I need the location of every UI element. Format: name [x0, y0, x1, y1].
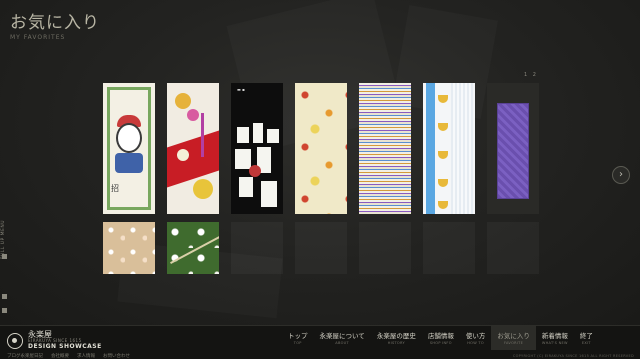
- side-rail-marker: [2, 308, 7, 313]
- window-pane: [253, 123, 263, 143]
- nav-history[interactable]: 永楽屋の歴史 HISTORY: [371, 326, 422, 350]
- nav-label: 店舗情報: [427, 332, 454, 340]
- nav-sublabel: FAVORITE: [503, 341, 524, 345]
- favorite-tile-blue-cups[interactable]: [423, 83, 475, 214]
- brand-text: 永楽屋 EIRAKUYA SINCE 1615 DESIGN SHOWCASE: [28, 331, 102, 350]
- cup-icon: [438, 123, 448, 131]
- crest-icon: [7, 332, 23, 349]
- nav-favorite[interactable]: お気に入り FAVORITE: [491, 326, 536, 350]
- nav-sublabel: HOW TO: [467, 341, 484, 345]
- nav-label: 永楽屋の歴史: [376, 332, 416, 340]
- link-blog[interactable]: ブログ永楽屋日記: [7, 353, 43, 359]
- nav-how-to[interactable]: 使い方 HOW TO: [460, 326, 492, 350]
- red-band: [167, 130, 219, 188]
- brand-showcase: DESIGN SHOWCASE: [28, 343, 102, 350]
- favorite-tile-red-floral[interactable]: [167, 83, 219, 214]
- doll-body: [115, 153, 143, 173]
- page-title-jp: お気に入り: [10, 13, 100, 33]
- side-rail-marker: [2, 254, 7, 259]
- nav-top[interactable]: トップ TOP: [282, 326, 314, 350]
- nav-shop-info[interactable]: 店舗情報 SHOP INFO: [422, 326, 460, 350]
- nav-about[interactable]: 永楽屋について ABOUT: [314, 326, 371, 350]
- blue-column: [426, 83, 435, 214]
- empty-slot: [423, 222, 475, 274]
- nav-label: 永楽屋について: [319, 332, 365, 340]
- empty-slot: [231, 222, 283, 274]
- nav-label: トップ: [288, 332, 308, 340]
- flower: [175, 93, 191, 109]
- cup-icon: [438, 201, 448, 209]
- folded-cloth: [497, 103, 529, 199]
- link-recruit[interactable]: 求人情報: [77, 353, 95, 359]
- nav-sublabel: SHOP INFO: [429, 341, 452, 345]
- nav-sublabel: ABOUT: [335, 341, 349, 345]
- cup-icon: [438, 151, 448, 159]
- window-pane: [267, 129, 279, 143]
- doll-face: [116, 123, 142, 153]
- favorite-tile-cat-doll[interactable]: 招: [103, 83, 155, 214]
- window-pane: [237, 127, 249, 143]
- side-rail-marker: [2, 294, 7, 299]
- window-pane: [235, 149, 251, 169]
- nav-exit[interactable]: 終了 EXIT: [574, 326, 599, 350]
- brand-logo[interactable]: 永楽屋 EIRAKUYA SINCE 1615 DESIGN SHOWCASE: [7, 331, 102, 350]
- link-company[interactable]: 会社概要: [51, 353, 69, 359]
- red-spot: [249, 165, 261, 177]
- flower: [193, 179, 213, 199]
- link-contact[interactable]: お問い合わせ: [103, 353, 130, 359]
- favorite-tile-purple-cloth[interactable]: [487, 83, 539, 214]
- nav-whats-new[interactable]: 新着情報 WHAT'S NEW: [536, 326, 574, 350]
- nav-label: 使い方: [465, 332, 486, 340]
- window-pane: [239, 177, 253, 197]
- favorite-tile-yellow-floral[interactable]: [295, 83, 347, 214]
- nav-sublabel: HISTORY: [387, 341, 405, 345]
- favorite-tile-stripes[interactable]: [359, 83, 411, 214]
- page-title: お気に入り MY FAVORITES: [10, 8, 100, 41]
- next-arrow-button[interactable]: ›: [612, 166, 630, 184]
- empty-slot: [487, 222, 539, 274]
- nav-label: お気に入り: [497, 332, 530, 340]
- tile-mark: ▬ ▪: [237, 87, 245, 92]
- cup-icon: [438, 95, 448, 103]
- favorite-tile-green-flowers[interactable]: [167, 222, 219, 274]
- nav-sublabel: WHAT'S NEW: [541, 341, 568, 345]
- main-nav: トップ TOP 永楽屋について ABOUT 永楽屋の歴史 HISTORY 店舗情…: [282, 326, 599, 350]
- empty-slot: [295, 222, 347, 274]
- flower: [187, 109, 199, 121]
- favorite-tile-black-window[interactable]: ▬ ▪: [231, 83, 283, 214]
- cup-icon: [438, 179, 448, 187]
- page-title-en: MY FAVORITES: [10, 34, 66, 41]
- footer-bar: 永楽屋 EIRAKUYA SINCE 1615 DESIGN SHOWCASE …: [0, 325, 640, 359]
- favorite-tile-sakura[interactable]: [103, 222, 155, 274]
- nav-sublabel: TOP: [293, 341, 302, 345]
- footer-links: ブログ永楽屋日記 会社概要 求人情報 お問い合わせ: [7, 353, 130, 359]
- flower: [177, 149, 189, 161]
- stripe-panel: [451, 83, 473, 214]
- side-rail[interactable]: PULL UP MENU: [0, 220, 10, 320]
- tile-caption: 招: [111, 184, 119, 193]
- copyright: COPYRIGHT (C) EIRAKUYA SINCE 1615 ALL RI…: [512, 354, 634, 358]
- empty-slot: [359, 222, 411, 274]
- nav-label: 終了: [579, 332, 593, 340]
- hanging-ornament: [201, 113, 204, 157]
- pager-page-2[interactable]: 2: [533, 72, 536, 78]
- stage: お気に入り MY FAVORITES PULL UP MENU 1 2 › 招: [0, 0, 640, 325]
- pager: 1 2: [524, 72, 540, 78]
- pager-page-1[interactable]: 1: [524, 72, 527, 78]
- nav-label: 新着情報: [541, 332, 568, 340]
- window-pane: [261, 181, 277, 207]
- nav-sublabel: EXIT: [581, 341, 591, 345]
- branch: [170, 234, 219, 264]
